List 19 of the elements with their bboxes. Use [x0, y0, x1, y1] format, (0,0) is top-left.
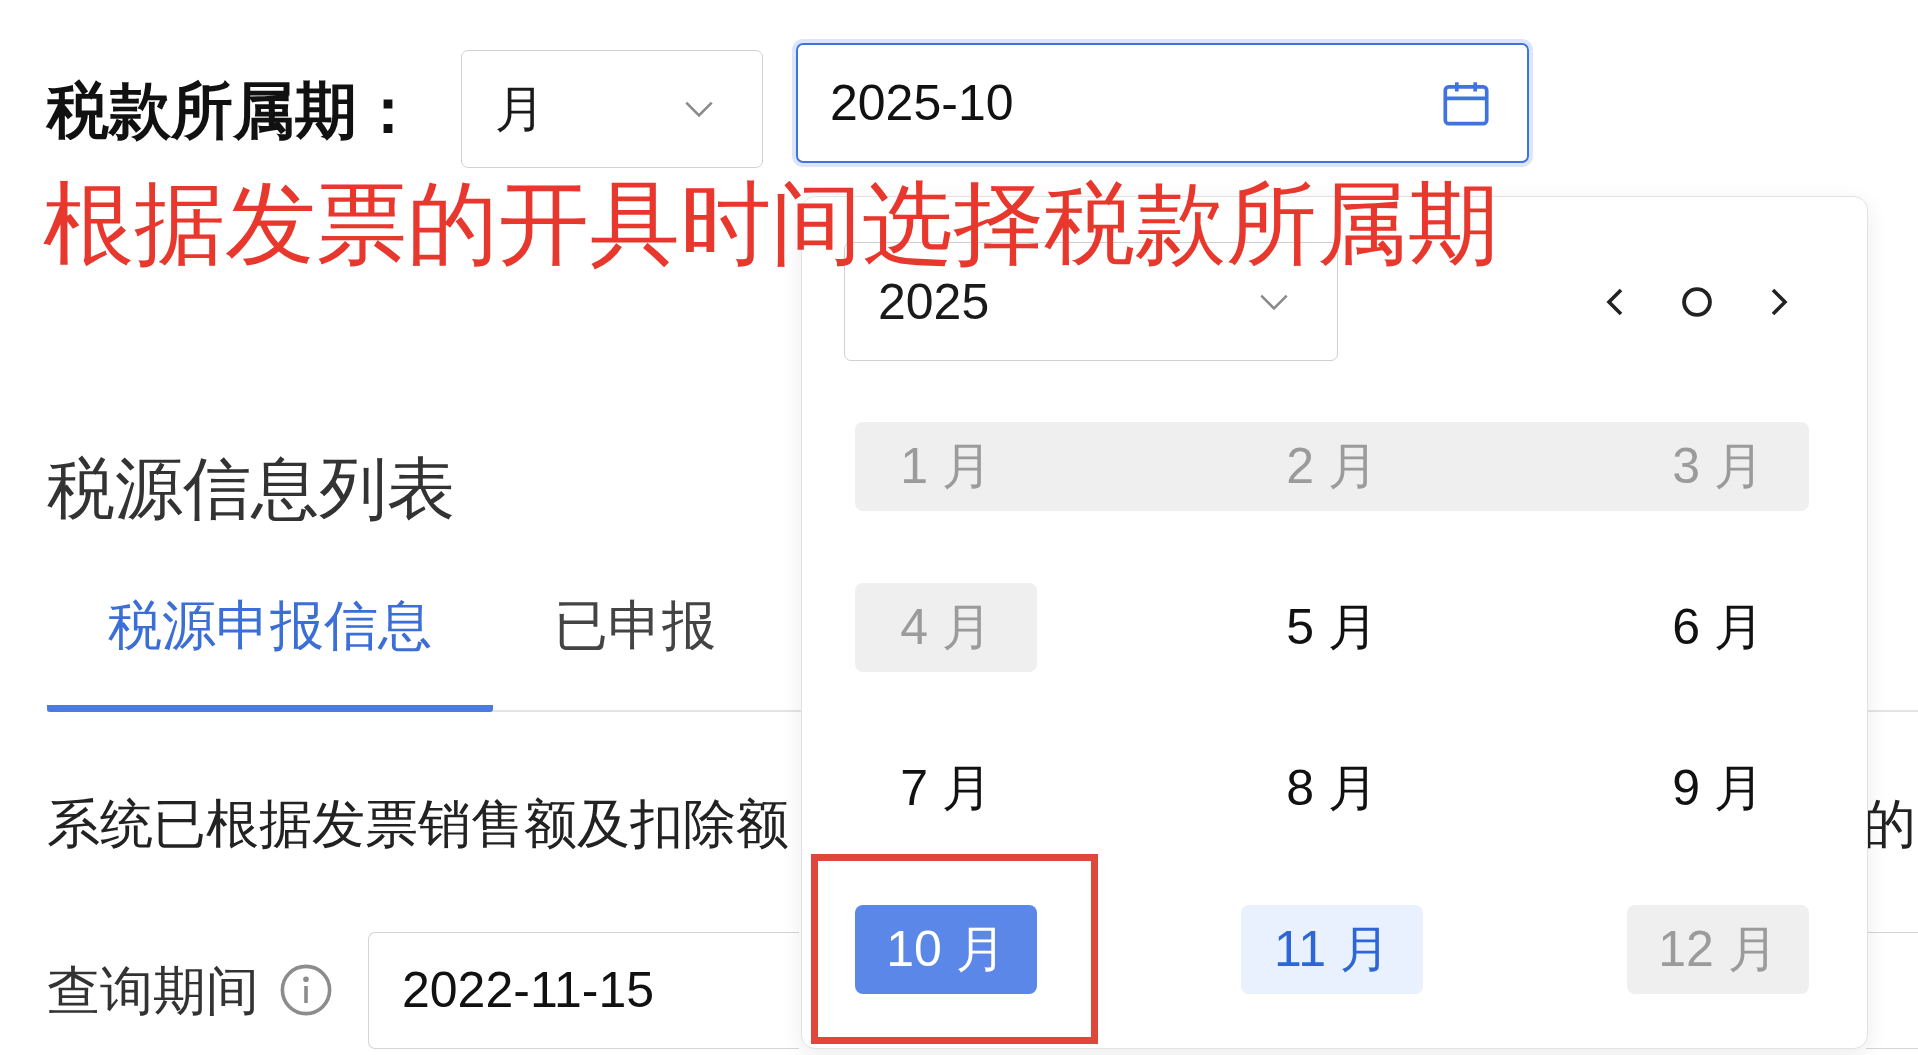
tab[interactable]: 已申报	[493, 580, 777, 713]
month-cell[interactable]: 8 月	[1241, 744, 1423, 833]
month-cell[interactable]: 11 月	[1241, 905, 1423, 994]
month-cell[interactable]: 6 月	[1627, 583, 1809, 672]
tab[interactable]: 税源申报信息	[47, 580, 493, 713]
section-title: 税源信息列表	[47, 449, 455, 528]
info-icon[interactable]	[280, 964, 332, 1017]
month-cell[interactable]: 5 月	[1241, 583, 1423, 672]
period-label: 税款所属期：	[47, 75, 419, 147]
circle-icon[interactable]	[1682, 286, 1712, 317]
notice-text: 系统已根据发票销售额及扣除额	[47, 793, 789, 856]
period-type-select[interactable]: 月	[461, 50, 763, 168]
start-date-field[interactable]: 2022-11-15	[368, 932, 799, 1049]
chevron-right-icon[interactable]	[1770, 286, 1788, 317]
query-period-label: 查询期间	[47, 959, 259, 1022]
month-cell[interactable]: 9 月	[1627, 744, 1809, 833]
calendar-icon	[1443, 80, 1489, 126]
chevron-left-icon[interactable]	[1606, 286, 1624, 317]
month-cell[interactable]: 7 月	[855, 744, 1037, 833]
